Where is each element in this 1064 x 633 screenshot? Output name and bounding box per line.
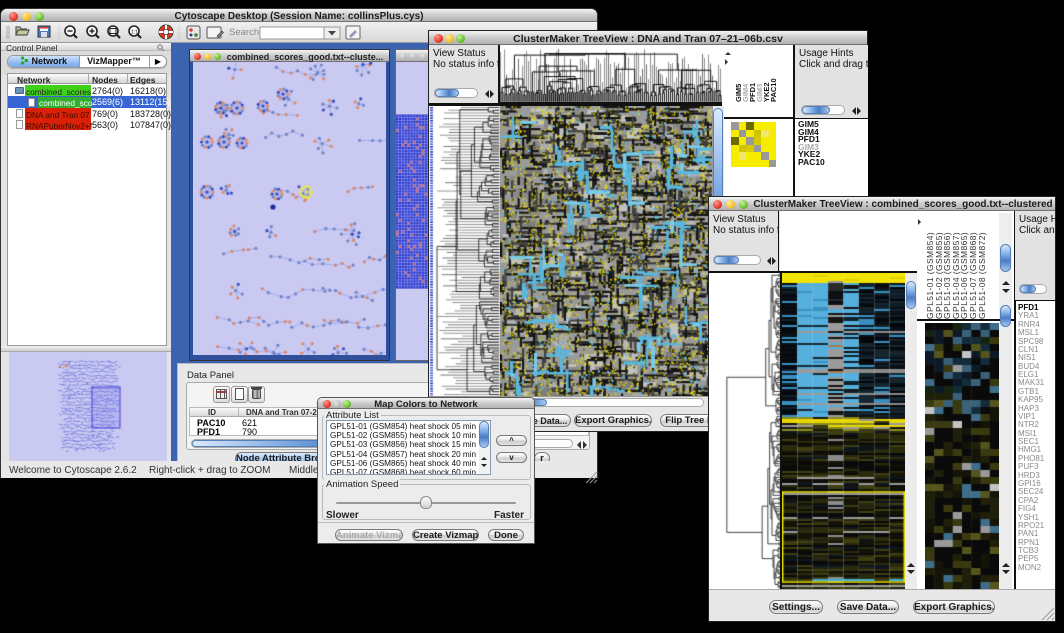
svg-text:Search:: Search: (229, 27, 262, 38)
svg-text:1:1: 1:1 (131, 30, 138, 36)
